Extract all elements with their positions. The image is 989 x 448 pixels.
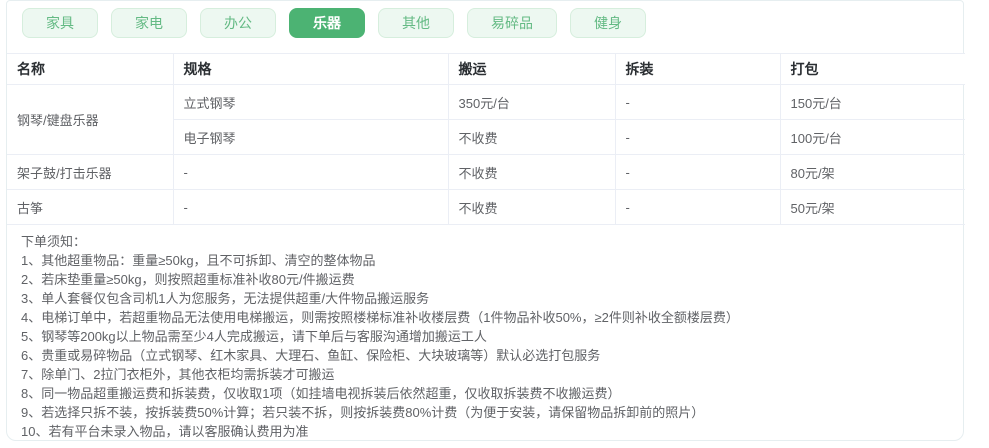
note-item-10: 10、若有平台未录入物品，请以客服确认费用为准 (21, 424, 309, 439)
tab-office[interactable]: 办公 (200, 8, 276, 38)
tab-other[interactable]: 其他 (378, 8, 454, 38)
cell-carry: 不收费 (447, 154, 616, 190)
cell-pack: 100元/台 (779, 119, 965, 155)
cell-disassembly: - (614, 154, 781, 190)
cell-name: 架子鼓/打击乐器 (7, 154, 174, 190)
tab-fitness[interactable]: 健身 (570, 8, 646, 38)
note-item-9: 9、若选择只拆不装，按拆装费50%计算；若只装不拆，则按拆装费80%计费（为便于… (21, 405, 705, 420)
cell-pack: 50元/架 (779, 189, 965, 225)
column-header-carry: 搬运 (447, 53, 616, 85)
tab-instruments[interactable]: 乐器 (289, 8, 365, 38)
cell-pack: 150元/台 (779, 84, 965, 120)
column-header-spec: 规格 (172, 53, 449, 85)
order-notes-section: 下单须知： 1、其他超重物品：重量≥50kg，且不可拆卸、清空的整体物品 2、若… (7, 225, 963, 441)
pricing-card: 家具 家电 办公 乐器 其他 易碎品 健身 名称 规格 搬运 拆装 打包 钢琴/… (6, 0, 965, 441)
tab-fragile[interactable]: 易碎品 (467, 8, 557, 38)
cell-carry: 350元/台 (447, 84, 616, 120)
tab-appliances[interactable]: 家电 (111, 8, 187, 38)
column-header-name: 名称 (7, 53, 174, 85)
cell-disassembly: - (614, 189, 781, 225)
cell-spec: - (172, 189, 449, 225)
note-item-3: 3、单人套餐仅包含司机1人为您服务，无法提供超重/大件物品搬运服务 (21, 291, 430, 306)
table-row: 钢琴/键盘乐器 立式钢琴 350元/台 - 150元/台 (7, 84, 965, 155)
pricing-table: 名称 规格 搬运 拆装 打包 钢琴/键盘乐器 立式钢琴 350元/台 - 150… (7, 53, 965, 225)
notes-title: 下单须知： (21, 234, 87, 249)
cell-disassembly: - (614, 119, 781, 155)
cell-carry: 不收费 (447, 189, 616, 225)
cell-spec: 立式钢琴 (172, 84, 449, 120)
cell-spec: - (172, 154, 449, 190)
cell-spec: 电子钢琴 (173, 119, 449, 155)
note-item-4: 4、电梯订单中，若超重物品无法使用电梯搬运，则需按照楼梯标准补收楼层费（1件物品… (21, 310, 739, 325)
note-item-5: 5、钢琴等200kg以上物品需至少4人完成搬运，请下单后与客服沟通增加搬运工人 (21, 329, 487, 344)
cell-disassembly: - (614, 84, 781, 120)
note-item-7: 7、除单门、2拉门衣柜外，其他衣柜均需拆装才可搬运 (21, 367, 335, 382)
table-header-row: 名称 规格 搬运 拆装 打包 (7, 53, 965, 85)
cell-pack: 80元/架 (779, 154, 965, 190)
note-item-2: 2、若床垫重量≥50kg，则按照超重标准补收80元/件搬运费 (21, 272, 355, 287)
category-tab-bar: 家具 家电 办公 乐器 其他 易碎品 健身 (7, 1, 963, 38)
column-header-pack: 打包 (779, 53, 965, 85)
note-item-1: 1、其他超重物品：重量≥50kg，且不可拆卸、清空的整体物品 (21, 253, 376, 268)
note-item-8: 8、同一物品超重搬运费和拆装费，仅收取1项（如挂墙电视拆装后依然超重，仅收取拆装… (21, 386, 621, 401)
table-row: 架子鼓/打击乐器 - 不收费 - 80元/架 (7, 154, 965, 190)
table-row: 古筝 - 不收费 - 50元/架 (7, 189, 965, 225)
cell-name: 钢琴/键盘乐器 (7, 84, 174, 155)
column-header-disassembly: 拆装 (614, 53, 781, 85)
note-item-6: 6、贵重或易碎物品（立式钢琴、红木家具、大理石、鱼缸、保险柜、大块玻璃等）默认必… (21, 348, 601, 363)
tab-furniture[interactable]: 家具 (22, 8, 98, 38)
cell-name: 古筝 (7, 189, 174, 225)
cell-carry: 不收费 (447, 119, 616, 155)
